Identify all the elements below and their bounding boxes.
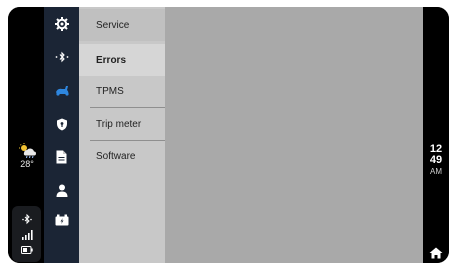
shield-icon[interactable] <box>44 113 79 135</box>
signal-icon <box>12 229 41 241</box>
device-screen: 28° Service Errors TPMS Trip meter Softw… <box>8 7 449 263</box>
home-icon[interactable] <box>429 246 443 259</box>
status-column: 28° <box>8 7 44 263</box>
settings-icon[interactable] <box>44 13 79 35</box>
clock: 12 49 AM <box>423 144 449 177</box>
menu-item-errors[interactable]: Errors <box>79 44 165 76</box>
menu-item-service[interactable]: Service <box>79 9 165 41</box>
battery-charge-icon[interactable] <box>44 209 79 231</box>
connectivity-status-box <box>12 206 41 262</box>
partly-cloudy-rain-icon <box>19 143 36 158</box>
menu-item-tpms[interactable]: TPMS <box>79 75 165 107</box>
menu-item-trip-meter[interactable]: Trip meter <box>79 108 165 140</box>
settings-submenu: Service Errors TPMS Trip meter Software <box>79 7 165 263</box>
bluetooth-icon <box>12 213 41 225</box>
bluetooth-icon[interactable] <box>44 46 79 68</box>
document-icon[interactable] <box>44 146 79 168</box>
temperature-label: 28° <box>20 159 34 169</box>
clock-period: AM <box>430 167 442 176</box>
weather-widget: 28° <box>14 143 40 169</box>
battery-icon <box>12 244 41 256</box>
clock-minutes: 49 <box>429 154 443 166</box>
user-icon[interactable] <box>44 179 79 201</box>
settings-icon-rail <box>44 7 79 263</box>
menu-item-software[interactable]: Software <box>79 140 165 172</box>
scooter-icon[interactable] <box>44 79 79 101</box>
detail-panel <box>165 7 423 263</box>
clock-column: 12 49 AM <box>423 7 449 263</box>
